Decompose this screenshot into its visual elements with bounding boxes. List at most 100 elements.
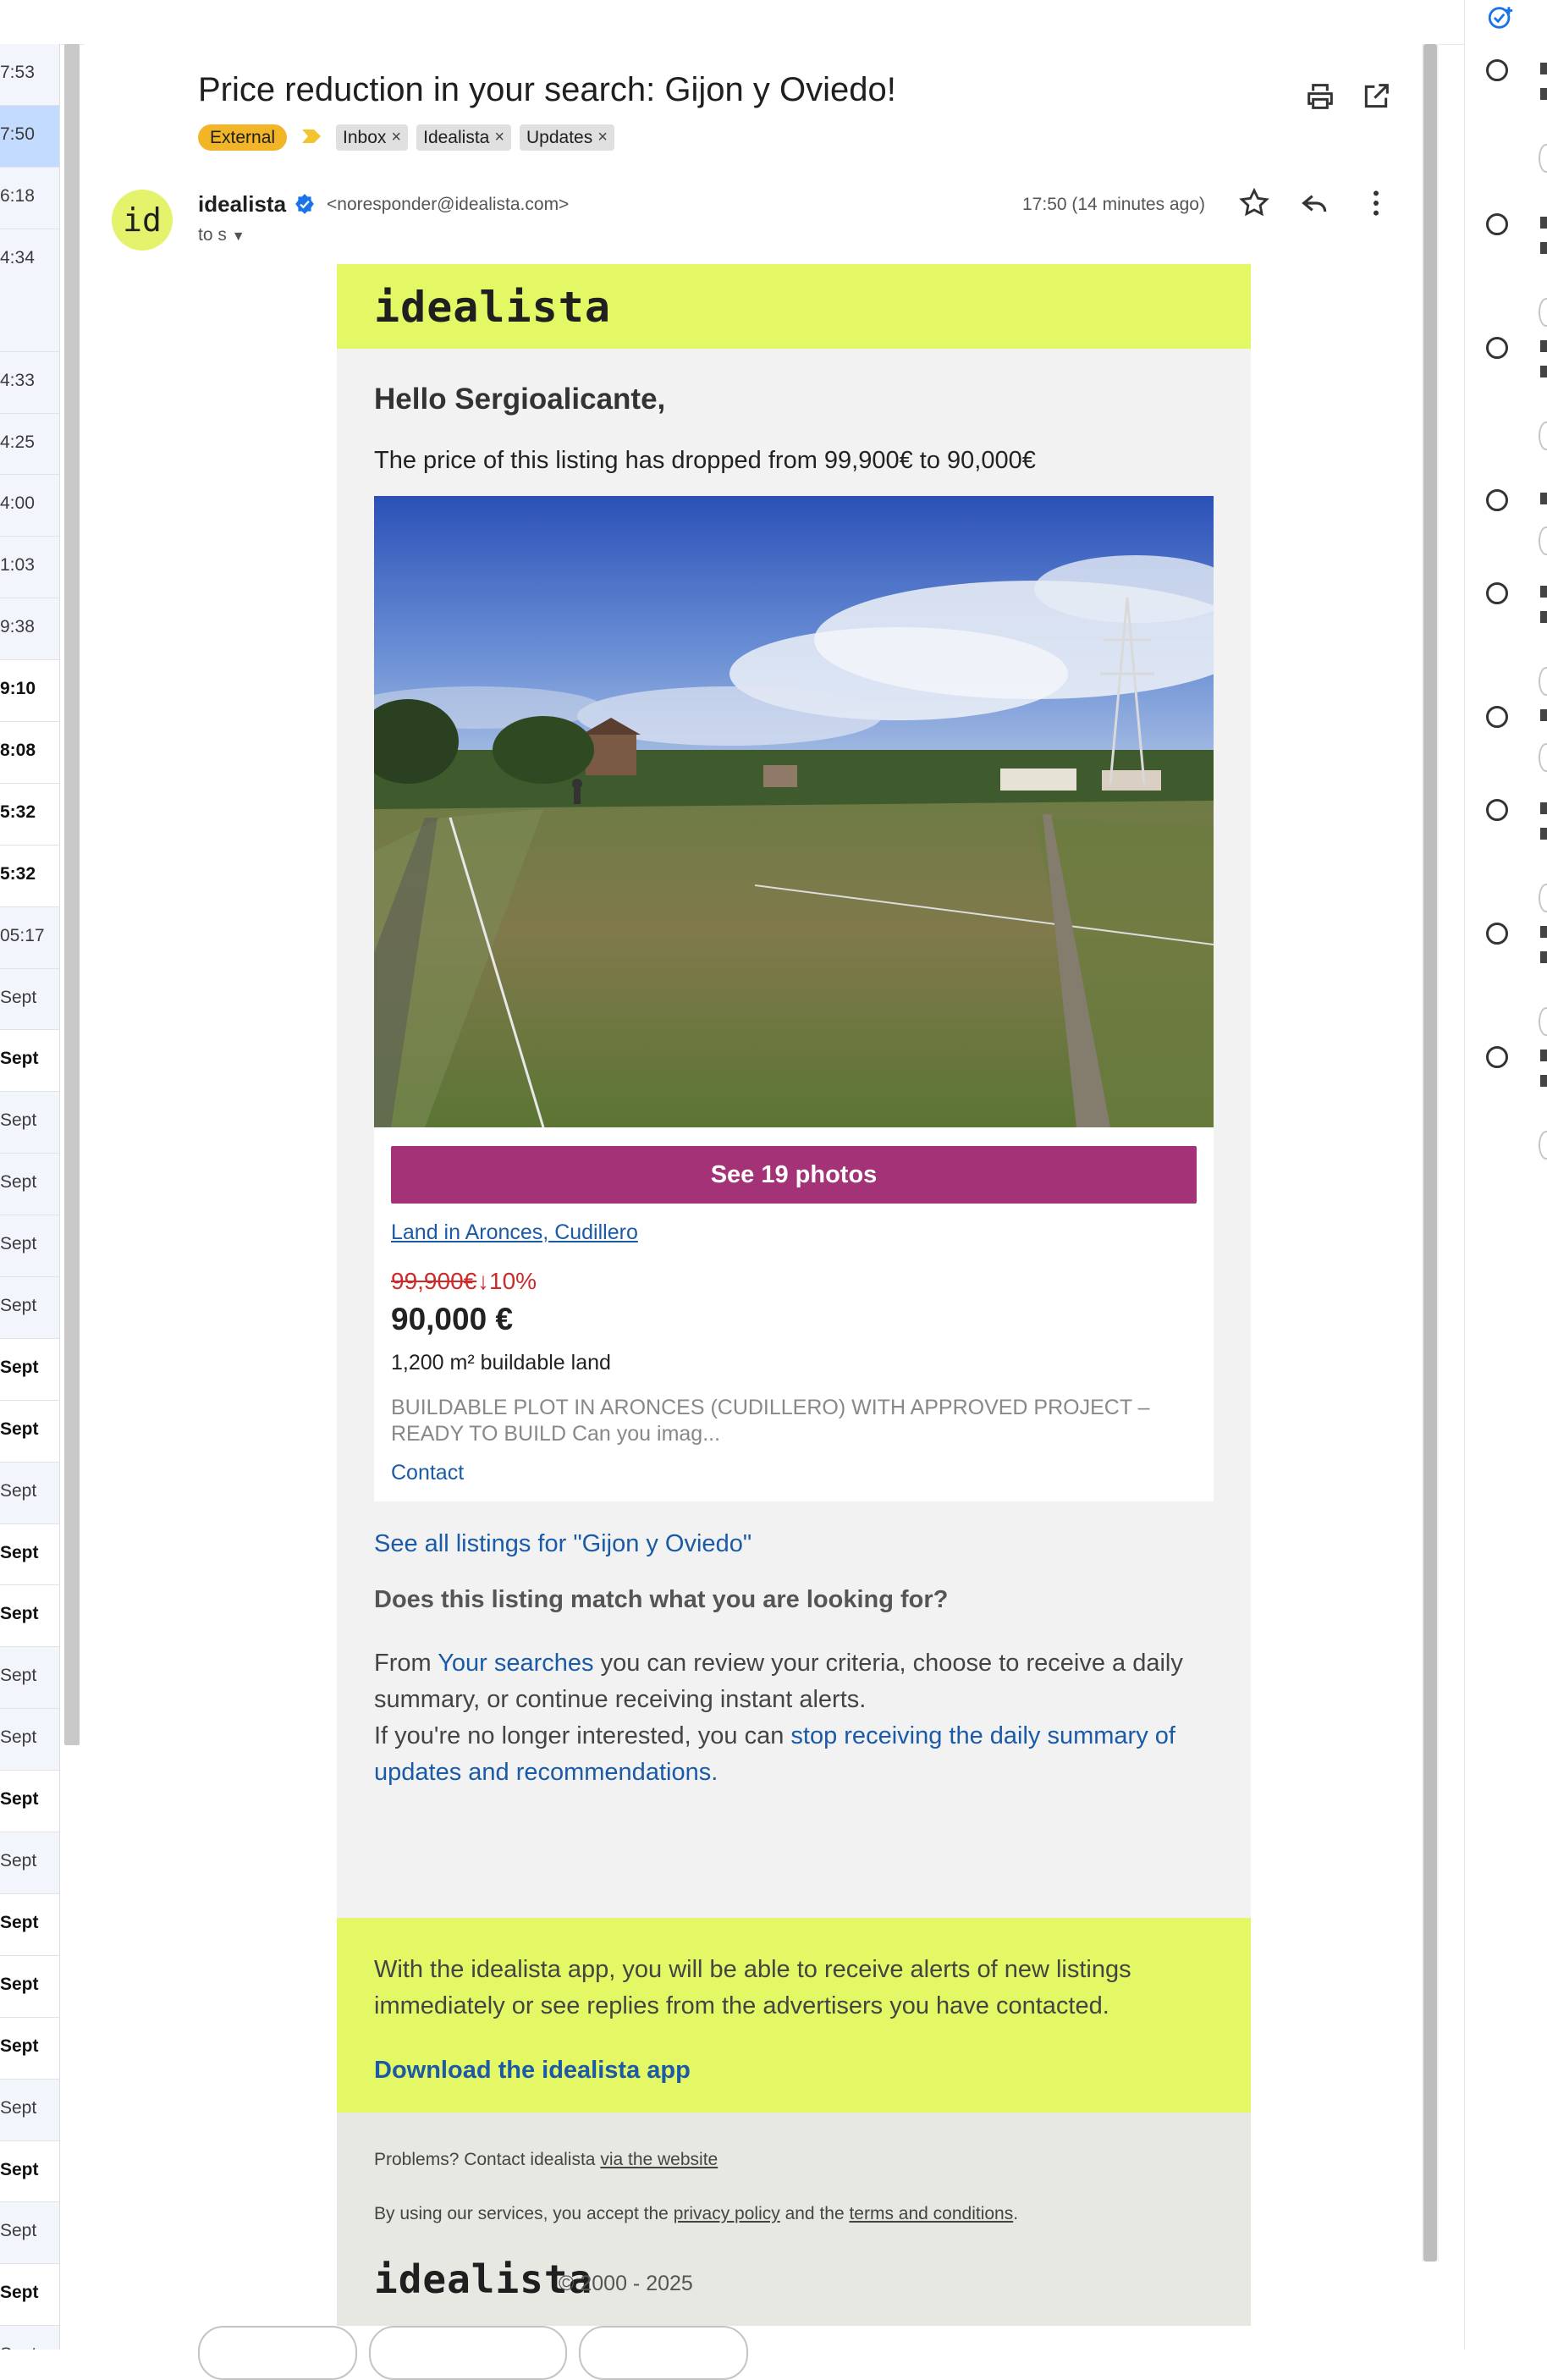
terms-conditions-link[interactable]: terms and conditions: [849, 2204, 1013, 2223]
inbox-row[interactable]: 9:10: [0, 660, 59, 723]
price-drop-message: The price of this listing has dropped fr…: [374, 447, 1036, 474]
searches-paragraph: From Your searches you can review your c…: [374, 1645, 1214, 1791]
inbox-row[interactable]: Sept: [0, 2079, 59, 2141]
inbox-row-time: 4:33: [0, 370, 35, 390]
label-chip-text: Idealista: [423, 127, 490, 147]
more-vert-icon[interactable]: [1359, 186, 1393, 220]
reply-icon[interactable]: [1298, 186, 1332, 220]
inbox-row[interactable]: Sept: [0, 1092, 59, 1154]
inbox-row[interactable]: Sept: [0, 2202, 59, 2265]
idealista-logo[interactable]: idealista: [374, 283, 611, 332]
task-text-fragment: [1540, 242, 1547, 254]
inbox-row[interactable]: Sept: [0, 1955, 59, 2018]
inbox-row[interactable]: 9:38: [0, 598, 59, 661]
see-photos-button[interactable]: See 19 photos: [391, 1146, 1197, 1204]
via-website-link[interactable]: via the website: [600, 2150, 718, 2169]
app-promo-text: With the idealista app, you will be able…: [374, 1956, 1131, 2019]
inbox-row[interactable]: Sept: [0, 1832, 59, 1894]
inbox-row[interactable]: Sept: [0, 1585, 59, 1648]
inbox-row[interactable]: Sept: [0, 1771, 59, 1833]
task-text-fragment: [1540, 611, 1547, 623]
download-app-link[interactable]: Download the idealista app: [374, 2057, 691, 2085]
inbox-row[interactable]: 05:17: [0, 906, 59, 969]
task-radio-icon[interactable]: [1486, 799, 1508, 821]
inbox-row-time: 8:08: [0, 741, 36, 761]
your-searches-link[interactable]: Your searches: [438, 1650, 593, 1677]
inbox-row-time: 9:10: [0, 679, 36, 699]
label-chip-inbox[interactable]: Inbox ×: [336, 124, 409, 151]
inbox-row[interactable]: 1:03: [0, 537, 59, 599]
inbox-row[interactable]: Sept: [0, 1215, 59, 1278]
task-text-fragment: [1540, 366, 1547, 377]
sender-avatar[interactable]: id: [112, 190, 173, 251]
inbox-row[interactable]: Sept: [0, 1709, 59, 1771]
remove-label-icon[interactable]: ×: [597, 124, 608, 151]
greeting: Hello Sergioalicante,: [374, 383, 666, 416]
inbox-row[interactable]: 5:32: [0, 783, 59, 846]
inbox-row[interactable]: Sept: [0, 2326, 59, 2350]
inbox-row[interactable]: 7:50: [0, 105, 59, 168]
inbox-row[interactable]: Sept: [0, 2264, 59, 2327]
inbox-row[interactable]: Sept: [0, 1462, 59, 1524]
contact-link[interactable]: Contact: [391, 1461, 464, 1485]
recipients-toggle[interactable]: to s ▼: [198, 225, 245, 245]
message-datetime: 17:50 (14 minutes ago): [1022, 195, 1205, 214]
print-icon[interactable]: [1303, 80, 1337, 113]
inbox-row[interactable]: Sept: [0, 968, 59, 1031]
see-all-listings-link[interactable]: See all listings for "Gijon y Oviedo": [374, 1530, 751, 1558]
inbox-row[interactable]: 4:34: [0, 229, 59, 352]
add-task-icon[interactable]: [1486, 3, 1515, 32]
remove-label-icon[interactable]: ×: [391, 124, 401, 151]
inbox-row[interactable]: Sept: [0, 2017, 59, 2080]
open-in-new-window-icon[interactable]: [1359, 80, 1393, 113]
top-bar: [0, 0, 1464, 45]
email-footer: Problems? Contact idealista via the webs…: [337, 2113, 1251, 2326]
inbox-row[interactable]: Sept: [0, 2140, 59, 2203]
label-chip-text: Inbox: [343, 127, 387, 147]
task-radio-icon[interactable]: [1486, 1046, 1508, 1068]
label-chip-idealista[interactable]: Idealista ×: [416, 124, 512, 151]
inbox-row[interactable]: Sept: [0, 1030, 59, 1093]
task-radio-icon[interactable]: [1486, 59, 1508, 81]
task-radio-icon[interactable]: [1486, 489, 1508, 511]
task-radio-icon[interactable]: [1486, 337, 1508, 359]
inbox-row-time: Sept: [0, 1666, 37, 1686]
inbox-row[interactable]: Sept: [0, 1277, 59, 1339]
inbox-row[interactable]: Sept: [0, 1893, 59, 1956]
chevron-down-icon[interactable]: ▼: [232, 229, 245, 244]
task-radio-icon[interactable]: [1486, 582, 1508, 604]
reply-button[interactable]: [198, 2326, 357, 2380]
inbox-row[interactable]: 4:25: [0, 413, 59, 476]
importance-marker-icon[interactable]: [300, 124, 322, 151]
reading-pane-scrollbar[interactable]: [1423, 44, 1437, 2262]
sender-name[interactable]: idealista: [198, 191, 286, 218]
task-radio-icon[interactable]: [1486, 923, 1508, 945]
listing-photo[interactable]: [374, 496, 1214, 1127]
listing-title-link[interactable]: Land in Aronces, Cudillero: [391, 1220, 638, 1245]
inbox-row-time: Sept: [0, 2036, 39, 2056]
inbox-row-time: Sept: [0, 1110, 37, 1131]
inbox-row[interactable]: Sept: [0, 1400, 59, 1463]
inbox-row[interactable]: Sept: [0, 1338, 59, 1401]
inbox-row[interactable]: 4:00: [0, 475, 59, 537]
task-radio-icon[interactable]: [1486, 213, 1508, 235]
remove-label-icon[interactable]: ×: [494, 124, 504, 151]
inbox-row[interactable]: Sept: [0, 1154, 59, 1216]
inbox-row[interactable]: 4:33: [0, 351, 59, 414]
inbox-list[interactable]: 7:53 7:50 6:18 4:34 4:33 4:25 4:00 1:03 9:38 9:10…: [0, 44, 60, 2350]
inbox-row[interactable]: Sept: [0, 1647, 59, 1710]
forward-button[interactable]: [579, 2326, 748, 2380]
reply-all-button[interactable]: [369, 2326, 567, 2380]
task-radio-icon[interactable]: [1486, 706, 1508, 728]
inbox-row[interactable]: 8:08: [0, 722, 59, 784]
inbox-row[interactable]: 6:18: [0, 167, 59, 229]
privacy-policy-link[interactable]: privacy policy: [674, 2204, 780, 2223]
label-chip-updates[interactable]: Updates ×: [520, 124, 614, 151]
inbox-row[interactable]: 5:32: [0, 845, 59, 907]
inbox-scrollbar[interactable]: [64, 44, 80, 1745]
star-icon[interactable]: [1237, 186, 1271, 220]
inbox-row-time: Sept: [0, 1789, 39, 1810]
inbox-row[interactable]: Sept: [0, 1523, 59, 1586]
inbox-row-time: 4:25: [0, 432, 35, 452]
inbox-row[interactable]: 7:53: [0, 44, 59, 106]
